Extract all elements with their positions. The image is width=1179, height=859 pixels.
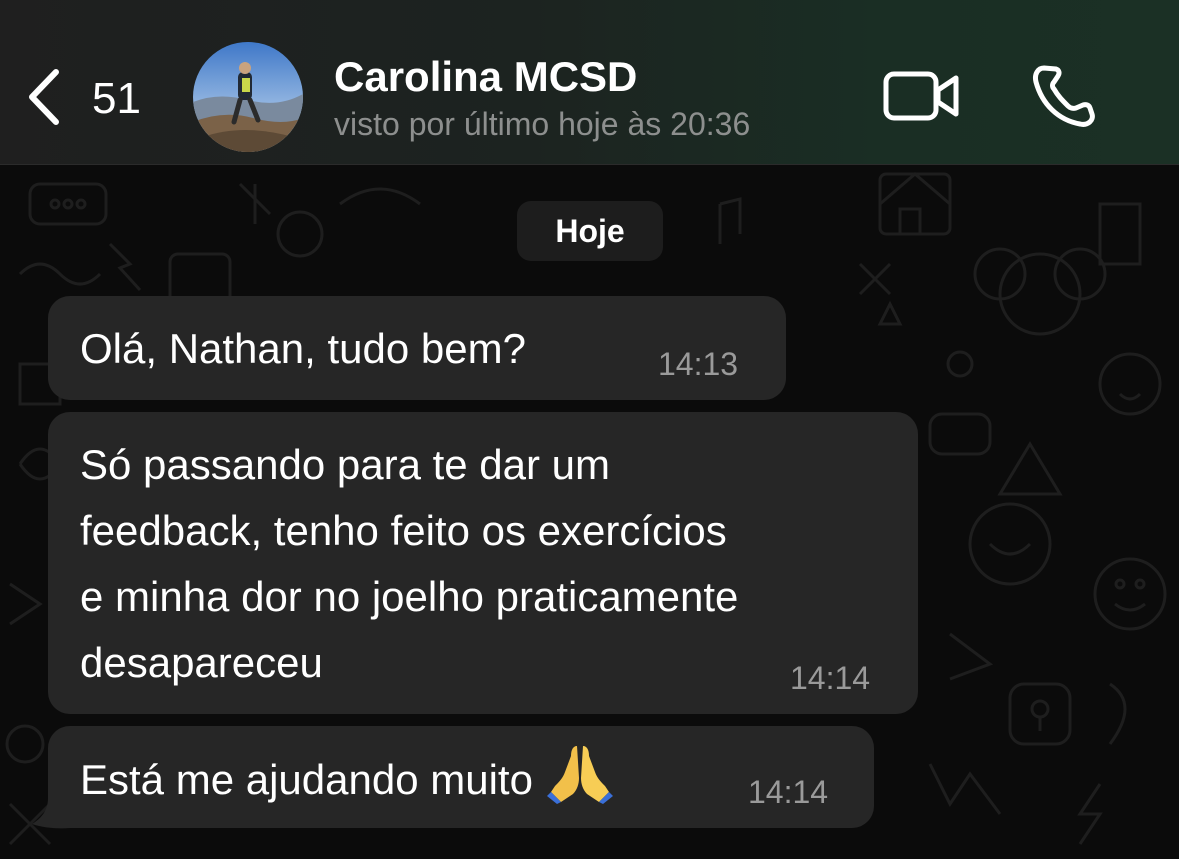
video-call-button[interactable] <box>882 66 962 126</box>
back-button[interactable] <box>22 66 68 128</box>
message-time: 14:13 <box>658 346 739 382</box>
avatar[interactable] <box>193 42 303 152</box>
message-bubble[interactable]: Está me ajudando muito 14:14 <box>48 726 874 828</box>
message-text-content: Está me ajudando muito <box>80 756 533 803</box>
message-text: Olá, Nathan, tudo bem? <box>80 325 526 372</box>
chevron-left-icon <box>29 69 59 125</box>
message-text: Só passando para te dar um feedback, ten… <box>80 441 739 686</box>
message-text: Está me ajudando muito <box>80 742 613 813</box>
phone-icon <box>1033 65 1095 127</box>
message-time: 14:14 <box>790 660 871 696</box>
message-bubble[interactable]: Só passando para te dar um feedback, ten… <box>48 412 918 714</box>
last-seen-status: visto por último hoje às 20:36 <box>334 106 751 142</box>
praying-hands-emoji <box>546 746 613 804</box>
avatar-photo <box>193 42 303 152</box>
message-time: 14:14 <box>748 774 829 810</box>
message-bubble[interactable]: Olá, Nathan, tudo bem? 14:13 <box>48 296 786 400</box>
chat-header: 51 Carolina MCSD visto por último hoje à… <box>0 0 1179 165</box>
date-separator: Hoje <box>517 201 663 261</box>
voice-call-button[interactable] <box>1030 62 1100 128</box>
video-camera-icon <box>883 71 959 121</box>
contact-name[interactable]: Carolina MCSD <box>334 52 637 102</box>
unread-count[interactable]: 51 <box>92 74 141 124</box>
